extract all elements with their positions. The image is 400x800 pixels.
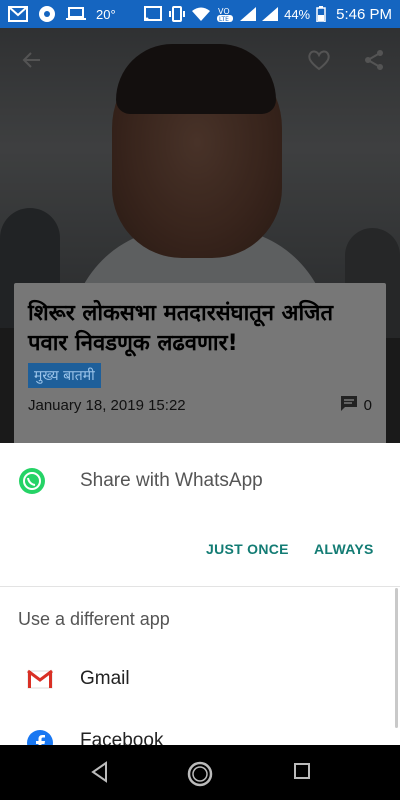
recents-square-icon[interactable] (292, 761, 312, 786)
wifi-icon (192, 7, 211, 21)
comment-count: 0 (340, 395, 372, 415)
signal-icon (240, 7, 257, 21)
cast-icon (144, 6, 163, 22)
laptop-icon (66, 6, 86, 22)
comment-count-text: 0 (363, 396, 372, 414)
different-app-label: Use a different app (18, 609, 170, 629)
gmail-icon (26, 667, 54, 696)
temperature-text: 20° (96, 6, 116, 22)
vibrate-icon (168, 6, 186, 22)
article-headline: शिरूर लोकसभा मतदारसंघातून अजित पवार निवड… (28, 301, 334, 356)
svg-text:VO: VO (218, 7, 230, 16)
share-actions: JUST ONCE ALWAYS (0, 533, 400, 569)
app-item-gmail[interactable]: Gmail (0, 653, 400, 709)
navigation-bar (0, 745, 400, 800)
article-card: शिरूर लोकसभा मतदारसंघातून अजित पवार निवड… (14, 283, 386, 443)
article-view: शिरूर लोकसभा मतदारसंघातून अजित पवार निवड… (0, 28, 400, 443)
battery-percent: 44% (284, 6, 311, 22)
category-tag: मुख्य बातमी (28, 363, 101, 388)
clock: 5:46 PM (336, 5, 392, 23)
status-bar: 20° VO LTE 44% 5:46 PM (0, 0, 400, 28)
svg-text:LTE: LTE (219, 16, 229, 23)
just-once-button[interactable]: JUST ONCE (206, 541, 289, 557)
status-bar-right: VO LTE 44% 5:46 PM (144, 5, 392, 23)
comment-icon (340, 395, 358, 415)
whatsapp-icon (18, 467, 46, 500)
volte-icon: VO LTE (216, 5, 234, 23)
share-sheet: Share with WhatsApp JUST ONCE ALWAYS Use… (0, 443, 400, 756)
home-circle-icon[interactable] (187, 761, 213, 792)
whatsapp-row[interactable]: Share with WhatsApp (0, 443, 400, 517)
back-triangle-icon[interactable] (90, 761, 110, 788)
signal-icon-2 (262, 7, 279, 21)
gmail-notification-icon (8, 6, 28, 22)
divider (0, 586, 400, 587)
article-date: January 18, 2019 15:22 (28, 397, 186, 414)
status-bar-left: 20° (8, 5, 116, 23)
scrollbar[interactable] (395, 588, 398, 728)
battery-icon (316, 6, 326, 22)
aperture-icon (38, 5, 56, 23)
app-name: Gmail (80, 668, 130, 689)
whatsapp-label: Share with WhatsApp (80, 470, 263, 491)
always-button[interactable]: ALWAYS (314, 541, 374, 557)
